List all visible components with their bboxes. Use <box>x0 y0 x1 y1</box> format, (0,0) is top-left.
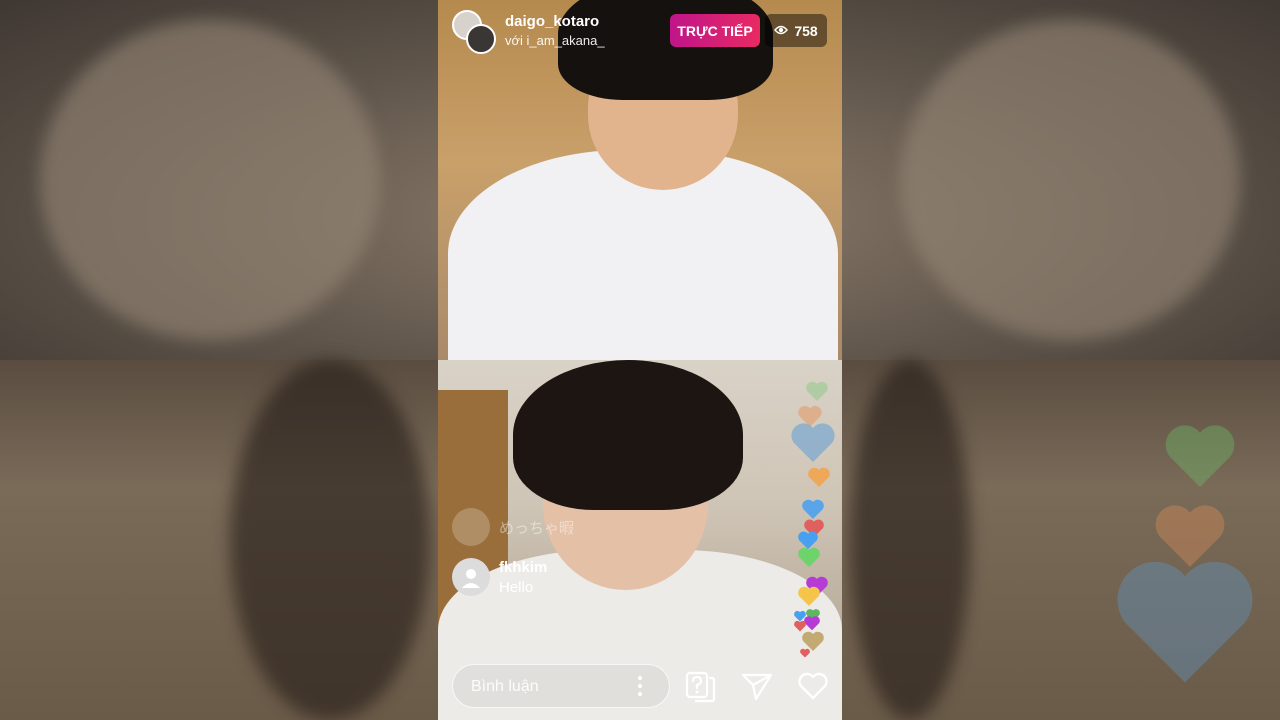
viewer-count: 758 <box>794 22 818 39</box>
guest-line[interactable]: với i_am_akana_ <box>505 33 605 48</box>
heart-icon[interactable] <box>796 669 830 703</box>
viewer-count-badge[interactable]: 758 <box>765 14 827 47</box>
heart-icon <box>798 547 820 567</box>
heart-icon <box>798 586 820 606</box>
participants-avatars[interactable] <box>452 10 496 54</box>
heart-icon <box>791 423 835 462</box>
heart-icon <box>808 467 830 487</box>
comment-username: fkhkim <box>499 559 548 576</box>
guest-avatar <box>466 24 496 54</box>
send-icon[interactable] <box>740 669 774 703</box>
live-view: daigo_kotaro với i_am_akana_ TRỰC TIẾP 7… <box>438 0 842 720</box>
commenter-avatar <box>452 508 490 546</box>
comment-item: めっちゃ暇 <box>452 508 574 546</box>
live-badge: TRỰC TIẾP <box>670 14 760 47</box>
live-header: daigo_kotaro với i_am_akana_ TRỰC TIẾP 7… <box>438 0 842 60</box>
heart-icon <box>806 381 828 401</box>
options-icon[interactable] <box>638 676 644 698</box>
floating-hearts <box>783 370 841 670</box>
heart-icon <box>802 499 824 519</box>
eye-icon <box>774 23 789 39</box>
question-icon[interactable] <box>683 669 717 703</box>
comment-text: めっちゃ暇 <box>499 520 575 537</box>
comment-text: Hello <box>499 579 534 596</box>
heart-icon <box>800 648 810 658</box>
host-username[interactable]: daigo_kotaro <box>505 13 599 30</box>
comment-username <box>499 508 574 518</box>
comment-item: fkhkim Hello <box>452 558 547 599</box>
commenter-avatar <box>452 558 490 596</box>
